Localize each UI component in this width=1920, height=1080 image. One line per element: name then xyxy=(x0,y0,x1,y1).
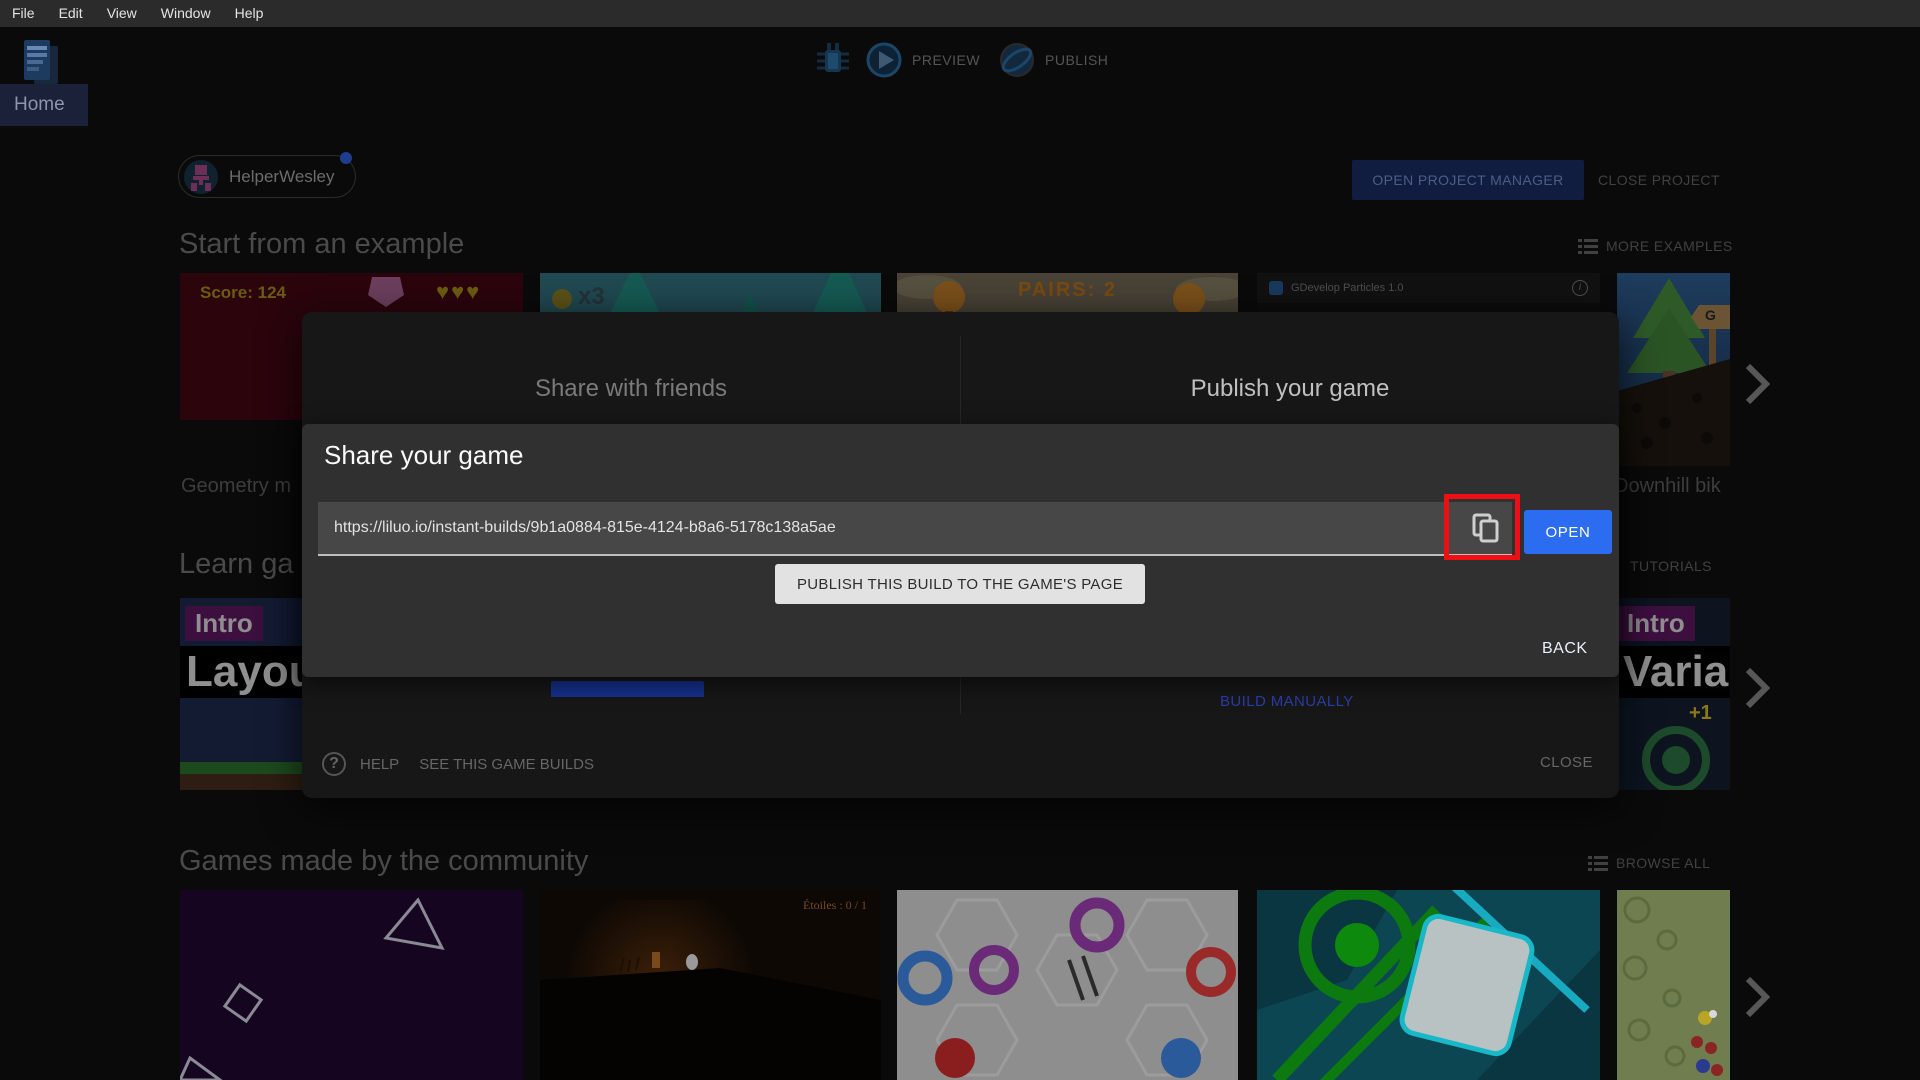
examples-chevron-right-icon[interactable] xyxy=(1742,362,1772,406)
tab-publish-your-game[interactable]: Publish your game xyxy=(961,375,1619,403)
learn-card-layout[interactable]: Intro Layou xyxy=(180,598,304,790)
stars-counter-text: Étoiles : 0 / 1 xyxy=(803,898,867,912)
more-examples-button[interactable]: MORE EXAMPLES xyxy=(1578,238,1733,254)
community-card-neon[interactable] xyxy=(180,890,523,1080)
browse-all-label: BROWSE ALL xyxy=(1616,855,1711,871)
build-url-input[interactable] xyxy=(318,519,1458,537)
list-icon xyxy=(1588,856,1608,871)
tutorials-label: TUTORIALS xyxy=(1630,558,1712,574)
intro-badge-right: Intro xyxy=(1617,606,1695,641)
gdevelop-logo-icon xyxy=(1269,281,1283,295)
build-manually-button[interactable]: BUILD MANUALLY xyxy=(1220,693,1354,710)
menu-file[interactable]: File xyxy=(0,0,47,27)
examples-section-title: Start from an example xyxy=(179,228,465,260)
rings-scene xyxy=(897,897,1236,1078)
community-card-rings[interactable] xyxy=(897,890,1238,1080)
publish-build-label: PUBLISH THIS BUILD TO THE GAME'S PAGE xyxy=(797,575,1123,593)
user-chip[interactable]: HelperWesley xyxy=(178,155,356,198)
back-button[interactable]: BACK xyxy=(1542,640,1588,658)
tutorials-button[interactable]: TUTORIALS xyxy=(1630,558,1712,574)
menu-help[interactable]: Help xyxy=(223,0,276,27)
menu-bar: File Edit View Window Help xyxy=(0,0,1920,27)
preview-label: PREVIEW xyxy=(912,52,981,68)
night-scene xyxy=(540,952,881,1080)
more-examples-label: MORE EXAMPLES xyxy=(1606,238,1733,254)
close-project-label: CLOSE PROJECT xyxy=(1598,172,1720,188)
community-card-olive[interactable] xyxy=(1617,890,1730,1080)
share-your-game-panel: Share your game OPEN PUBLISH THIS BUILD … xyxy=(302,424,1619,677)
neon-shapes xyxy=(180,897,445,1080)
browse-all-button[interactable]: BROWSE ALL xyxy=(1588,855,1710,871)
monster-shape xyxy=(368,277,404,307)
community-card-teal-map[interactable] xyxy=(1257,890,1600,1080)
tab-indicator xyxy=(551,681,704,697)
build-url-field xyxy=(318,502,1512,556)
open-project-manager-button[interactable]: OPEN PROJECT MANAGER xyxy=(1352,160,1584,200)
play-circle-icon xyxy=(866,42,902,78)
tab-share-with-friends[interactable]: Share with friends xyxy=(302,375,960,403)
tab-home[interactable]: Home xyxy=(0,84,88,126)
intro-badge: Intro xyxy=(185,606,263,641)
community-card-night[interactable]: Étoiles : 0 / 1 xyxy=(540,890,881,1080)
avatar xyxy=(184,159,218,194)
particles-title: GDevelop Particles 1.0 xyxy=(1291,282,1404,294)
community-section-title: Games made by the community xyxy=(179,845,589,877)
close-dialog-button[interactable]: CLOSE xyxy=(1540,754,1593,771)
menu-window[interactable]: Window xyxy=(149,0,223,27)
example-card-downhill[interactable]: G xyxy=(1617,273,1730,466)
green-circles-scene xyxy=(1642,726,1710,790)
publish-button[interactable]: PUBLISH xyxy=(999,42,1108,78)
downhill-scene xyxy=(1617,278,1730,466)
info-icon[interactable]: i xyxy=(1572,280,1588,296)
variables-word: Variab xyxy=(1617,646,1730,698)
see-builds-button[interactable]: SEE THIS GAME BUILDS xyxy=(419,756,594,773)
close-project-button[interactable]: CLOSE PROJECT xyxy=(1598,160,1720,200)
sign-letter: G xyxy=(1705,307,1716,323)
menu-edit[interactable]: Edit xyxy=(47,0,95,27)
username: HelperWesley xyxy=(229,166,335,186)
pairs-text: PAIRS: 2 xyxy=(1018,279,1117,301)
learn-section-title: Learn ga xyxy=(179,548,294,580)
example-label-left: Geometry m xyxy=(181,475,292,497)
publish-build-button[interactable]: PUBLISH THIS BUILD TO THE GAME'S PAGE xyxy=(775,564,1145,604)
list-icon xyxy=(1578,239,1598,254)
debug-icon[interactable] xyxy=(812,40,854,82)
menu-view[interactable]: View xyxy=(95,0,149,27)
project-file-icon xyxy=(24,40,58,84)
layout-word: Layou xyxy=(180,646,304,698)
open-build-button[interactable]: OPEN xyxy=(1524,510,1612,554)
open-project-manager-label: OPEN PROJECT MANAGER xyxy=(1372,172,1564,188)
publish-label: PUBLISH xyxy=(1045,52,1109,68)
annotation-red-rectangle xyxy=(1444,494,1520,560)
open-build-label: OPEN xyxy=(1545,523,1591,541)
preview-button[interactable]: PREVIEW xyxy=(866,42,980,78)
tab-home-label: Home xyxy=(14,94,65,115)
example-label-right: Downhill bik xyxy=(1614,475,1721,497)
learn-chevron-right-icon[interactable] xyxy=(1742,666,1772,710)
community-chevron-right-icon[interactable] xyxy=(1742,975,1772,1019)
publish-globe-icon xyxy=(1000,43,1034,77)
app-window: File Edit View Window Help Home PREVIEW … xyxy=(0,0,1920,1080)
teal-map-scene xyxy=(1257,890,1600,1080)
learn-card-variables[interactable]: Intro Variab +1 xyxy=(1617,598,1730,790)
help-icon[interactable]: ? xyxy=(322,752,346,776)
multiplier-text: x3 xyxy=(578,283,605,310)
share-panel-title: Share your game xyxy=(324,440,524,470)
help-button[interactable]: HELP xyxy=(360,756,399,773)
olive-scene xyxy=(1622,896,1723,1076)
game-score-text: Score: 124 xyxy=(200,283,286,302)
hearts-icons: ♥♥♥ xyxy=(436,279,482,304)
notification-dot xyxy=(340,152,352,164)
help-icon-glyph: ? xyxy=(329,755,339,772)
